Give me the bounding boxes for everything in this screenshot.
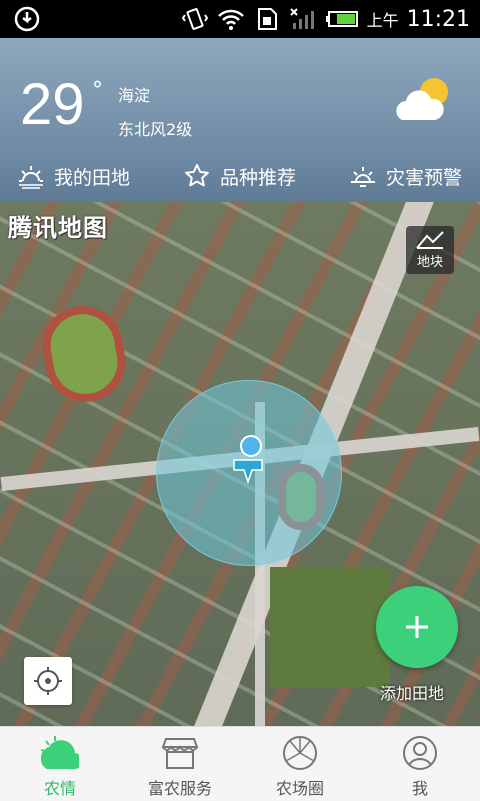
weather-header[interactable]: 29 ° 海淀 东北风2级 我的田地 品种推荐 灾害预警 xyxy=(0,38,480,202)
sync-icon xyxy=(14,6,40,32)
star-icon xyxy=(185,164,209,187)
satellite-map[interactable]: 腾讯地图 地块 添加田地 xyxy=(0,202,480,726)
sun-field-icon xyxy=(19,166,43,189)
vibrate-icon xyxy=(181,8,208,30)
clock-ampm: 上午 xyxy=(366,11,399,30)
wind-info: 东北风2级 xyxy=(118,120,193,139)
current-location-dot xyxy=(240,435,262,457)
quick-nav: 我的田地 品种推荐 灾害预警 xyxy=(0,150,480,202)
disaster-warning-link[interactable]: 灾害预警 xyxy=(350,150,462,202)
city-name: 海淀 xyxy=(118,86,151,105)
tab-farm-circle-label: 农场圈 xyxy=(275,779,324,798)
clock-time: 11:21 xyxy=(406,6,470,32)
sim-icon xyxy=(257,8,277,30)
disaster-warning-label: 灾害预警 xyxy=(385,166,462,189)
tab-farm-circle[interactable]: 农场圈 xyxy=(240,727,360,801)
tab-farm-info[interactable]: 农情 xyxy=(0,727,120,801)
person-icon xyxy=(403,736,437,770)
tab-me[interactable]: 我 xyxy=(360,727,480,801)
add-field-label: 添加田地 xyxy=(380,684,445,703)
temperature: 29 xyxy=(20,72,85,137)
weather-leaf-icon xyxy=(41,736,79,770)
variety-recommend-link[interactable]: 品种推荐 xyxy=(184,150,296,202)
tab-agri-services-label: 富农服务 xyxy=(147,779,212,798)
status-icons: 上午 11:21 xyxy=(181,0,470,38)
map-green-area xyxy=(270,567,390,687)
my-fields-link[interactable]: 我的田地 xyxy=(18,150,130,202)
signal-icon xyxy=(289,8,314,29)
warning-sun-icon xyxy=(350,167,375,187)
plot-button[interactable]: 地块 xyxy=(406,226,454,274)
plot-button-label: 地块 xyxy=(416,255,443,270)
bottom-tab-bar: 农情 富农服务 农场圈 我 xyxy=(0,726,480,801)
aperture-icon xyxy=(283,736,317,770)
status-bar: 上午 11:21 xyxy=(0,0,480,38)
locate-me-button[interactable] xyxy=(24,657,72,705)
tab-agri-services[interactable]: 富农服务 xyxy=(120,727,240,801)
store-icon xyxy=(161,738,199,769)
location-pin-icon xyxy=(233,459,263,485)
plot-icon xyxy=(416,231,444,249)
map-sports-field xyxy=(36,299,132,409)
tab-me-label: 我 xyxy=(411,779,428,798)
battery-icon xyxy=(325,11,358,27)
tab-farm-info-label: 农情 xyxy=(43,779,76,798)
plus-icon xyxy=(406,616,428,638)
crosshair-icon xyxy=(34,667,62,695)
partly-sunny-icon xyxy=(396,78,448,120)
variety-recommend-label: 品种推荐 xyxy=(219,166,296,189)
map-brand-logo: 腾讯地图 xyxy=(8,214,108,242)
wifi-icon xyxy=(217,9,244,30)
my-fields-label: 我的田地 xyxy=(54,166,131,189)
degree-symbol: ° xyxy=(92,78,103,103)
add-field-button[interactable] xyxy=(376,586,458,668)
